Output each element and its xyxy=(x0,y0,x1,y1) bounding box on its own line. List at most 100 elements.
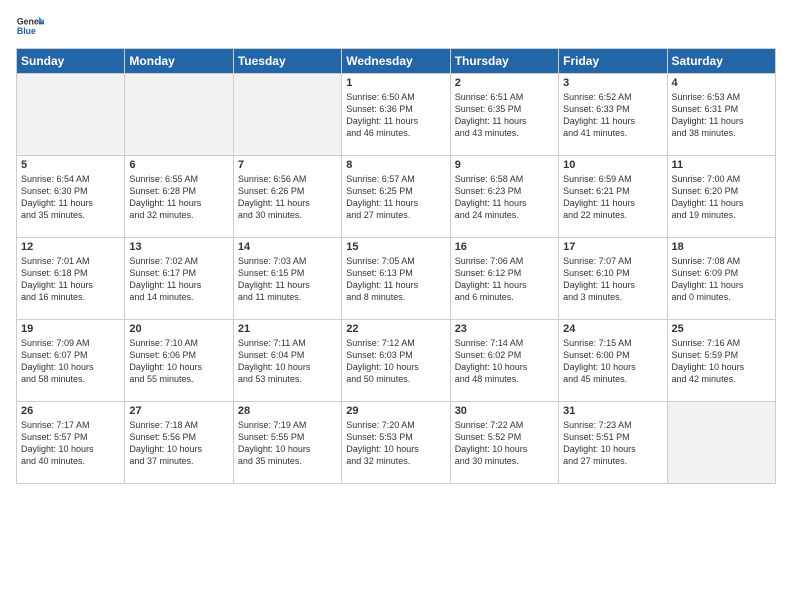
day-number: 17 xyxy=(563,241,662,253)
weekday-header-tuesday: Tuesday xyxy=(233,49,341,74)
day-number: 6 xyxy=(129,159,228,171)
calendar-cell: 22Sunrise: 7:12 AMSunset: 6:03 PMDayligh… xyxy=(342,320,450,402)
day-info: Sunrise: 7:14 AMSunset: 6:02 PMDaylight:… xyxy=(455,337,554,386)
week-row-1: 1 Sunrise: 6:50 AMSunset: 6:36 PMDaylight… xyxy=(17,74,776,156)
day-info: Sunrise: 7:12 AMSunset: 6:03 PMDaylight:… xyxy=(346,337,445,386)
weekday-header-wednesday: Wednesday xyxy=(342,49,450,74)
day-number: 2 xyxy=(455,77,554,89)
day-number: 1 xyxy=(346,77,445,89)
day-info: Sunrise: 6:51 AMSunset: 6:35 PMDaylight:… xyxy=(455,91,554,140)
calendar-cell: 15Sunrise: 7:05 AMSunset: 6:13 PMDayligh… xyxy=(342,238,450,320)
day-info: Sunrise: 6:58 AMSunset: 6:23 PMDaylight:… xyxy=(455,173,554,222)
day-number: 28 xyxy=(238,405,337,417)
calendar-container: General Blue SundayMondayTuesdayWednesda… xyxy=(0,0,792,612)
day-info: Sunrise: 7:00 AMSunset: 6:20 PMDaylight:… xyxy=(672,173,771,222)
day-number: 16 xyxy=(455,241,554,253)
calendar-cell: 14 Sunrise: 7:03 AMSunset: 6:15 PMDayligh… xyxy=(233,238,341,320)
calendar-cell: 10Sunrise: 6:59 AMSunset: 6:21 PMDayligh… xyxy=(559,156,667,238)
calendar-cell: 24 Sunrise: 7:15 AMSunset: 6:00 PMDayligh… xyxy=(559,320,667,402)
day-number: 12 xyxy=(21,241,120,253)
weekday-header-row: SundayMondayTuesdayWednesdayThursdayFrid… xyxy=(17,49,776,74)
calendar-cell: 1 Sunrise: 6:50 AMSunset: 6:36 PMDaylight… xyxy=(342,74,450,156)
day-number: 30 xyxy=(455,405,554,417)
calendar-cell xyxy=(17,74,125,156)
day-info: Sunrise: 6:50 AMSunset: 6:36 PMDaylight:… xyxy=(346,91,445,140)
day-info: Sunrise: 6:57 AMSunset: 6:25 PMDaylight:… xyxy=(346,173,445,222)
day-number: 5 xyxy=(21,159,120,171)
day-info: Sunrise: 6:54 AMSunset: 6:30 PMDaylight:… xyxy=(21,173,120,222)
calendar-cell: 16 Sunrise: 7:06 AMSunset: 6:12 PMDayligh… xyxy=(450,238,558,320)
calendar-cell: 11 Sunrise: 7:00 AMSunset: 6:20 PMDayligh… xyxy=(667,156,775,238)
day-info: Sunrise: 7:18 AMSunset: 5:56 PMDaylight:… xyxy=(129,419,228,468)
day-info: Sunrise: 7:17 AMSunset: 5:57 PMDaylight:… xyxy=(21,419,120,468)
calendar-cell: 27 Sunrise: 7:18 AMSunset: 5:56 PMDayligh… xyxy=(125,402,233,484)
calendar-cell: 21 Sunrise: 7:11 AMSunset: 6:04 PMDayligh… xyxy=(233,320,341,402)
day-info: Sunrise: 7:16 AMSunset: 5:59 PMDaylight:… xyxy=(672,337,771,386)
day-number: 29 xyxy=(346,405,445,417)
day-info: Sunrise: 7:01 AMSunset: 6:18 PMDaylight:… xyxy=(21,255,120,304)
day-number: 31 xyxy=(563,405,662,417)
day-info: Sunrise: 6:55 AMSunset: 6:28 PMDaylight:… xyxy=(129,173,228,222)
day-info: Sunrise: 7:02 AMSunset: 6:17 PMDaylight:… xyxy=(129,255,228,304)
day-number: 14 xyxy=(238,241,337,253)
calendar-cell: 3Sunrise: 6:52 AMSunset: 6:33 PMDaylight… xyxy=(559,74,667,156)
day-info: Sunrise: 7:11 AMSunset: 6:04 PMDaylight:… xyxy=(238,337,337,386)
weekday-header-friday: Friday xyxy=(559,49,667,74)
day-info: Sunrise: 7:03 AMSunset: 6:15 PMDaylight:… xyxy=(238,255,337,304)
day-number: 21 xyxy=(238,323,337,335)
day-number: 18 xyxy=(672,241,771,253)
day-number: 20 xyxy=(129,323,228,335)
day-number: 8 xyxy=(346,159,445,171)
header: General Blue xyxy=(16,12,776,40)
week-row-2: 5 Sunrise: 6:54 AMSunset: 6:30 PMDaylight… xyxy=(17,156,776,238)
day-info: Sunrise: 7:20 AMSunset: 5:53 PMDaylight:… xyxy=(346,419,445,468)
weekday-header-sunday: Sunday xyxy=(17,49,125,74)
day-number: 10 xyxy=(563,159,662,171)
day-info: Sunrise: 7:23 AMSunset: 5:51 PMDaylight:… xyxy=(563,419,662,468)
day-info: Sunrise: 7:06 AMSunset: 6:12 PMDaylight:… xyxy=(455,255,554,304)
calendar-cell: 2 Sunrise: 6:51 AMSunset: 6:35 PMDaylight… xyxy=(450,74,558,156)
day-info: Sunrise: 7:07 AMSunset: 6:10 PMDaylight:… xyxy=(563,255,662,304)
calendar-cell xyxy=(667,402,775,484)
calendar-cell: 30 Sunrise: 7:22 AMSunset: 5:52 PMDayligh… xyxy=(450,402,558,484)
day-number: 23 xyxy=(455,323,554,335)
calendar-cell: 26 Sunrise: 7:17 AMSunset: 5:57 PMDayligh… xyxy=(17,402,125,484)
day-number: 7 xyxy=(238,159,337,171)
calendar-cell: 20 Sunrise: 7:10 AMSunset: 6:06 PMDayligh… xyxy=(125,320,233,402)
week-row-4: 19 Sunrise: 7:09 AMSunset: 6:07 PMDayligh… xyxy=(17,320,776,402)
day-info: Sunrise: 7:15 AMSunset: 6:00 PMDaylight:… xyxy=(563,337,662,386)
weekday-header-monday: Monday xyxy=(125,49,233,74)
day-number: 19 xyxy=(21,323,120,335)
calendar-cell: 25Sunrise: 7:16 AMSunset: 5:59 PMDayligh… xyxy=(667,320,775,402)
calendar-cell: 4 Sunrise: 6:53 AMSunset: 6:31 PMDaylight… xyxy=(667,74,775,156)
day-number: 4 xyxy=(672,77,771,89)
calendar-cell xyxy=(233,74,341,156)
day-info: Sunrise: 6:52 AMSunset: 6:33 PMDaylight:… xyxy=(563,91,662,140)
calendar-cell: 5 Sunrise: 6:54 AMSunset: 6:30 PMDaylight… xyxy=(17,156,125,238)
day-info: Sunrise: 7:08 AMSunset: 6:09 PMDaylight:… xyxy=(672,255,771,304)
calendar-cell: 31 Sunrise: 7:23 AMSunset: 5:51 PMDayligh… xyxy=(559,402,667,484)
day-info: Sunrise: 7:10 AMSunset: 6:06 PMDaylight:… xyxy=(129,337,228,386)
day-number: 9 xyxy=(455,159,554,171)
calendar-cell: 7 Sunrise: 6:56 AMSunset: 6:26 PMDaylight… xyxy=(233,156,341,238)
calendar-cell: 8 Sunrise: 6:57 AMSunset: 6:25 PMDaylight… xyxy=(342,156,450,238)
day-info: Sunrise: 7:05 AMSunset: 6:13 PMDaylight:… xyxy=(346,255,445,304)
day-info: Sunrise: 6:56 AMSunset: 6:26 PMDaylight:… xyxy=(238,173,337,222)
week-row-5: 26 Sunrise: 7:17 AMSunset: 5:57 PMDayligh… xyxy=(17,402,776,484)
calendar-cell: 12 Sunrise: 7:01 AMSunset: 6:18 PMDayligh… xyxy=(17,238,125,320)
day-info: Sunrise: 7:22 AMSunset: 5:52 PMDaylight:… xyxy=(455,419,554,468)
calendar-cell xyxy=(125,74,233,156)
day-info: Sunrise: 6:53 AMSunset: 6:31 PMDaylight:… xyxy=(672,91,771,140)
logo-icon: General Blue xyxy=(16,12,44,40)
day-number: 26 xyxy=(21,405,120,417)
calendar-cell: 29 Sunrise: 7:20 AMSunset: 5:53 PMDayligh… xyxy=(342,402,450,484)
calendar-cell: 19 Sunrise: 7:09 AMSunset: 6:07 PMDayligh… xyxy=(17,320,125,402)
day-number: 11 xyxy=(672,159,771,171)
day-number: 27 xyxy=(129,405,228,417)
calendar-cell: 18 Sunrise: 7:08 AMSunset: 6:09 PMDayligh… xyxy=(667,238,775,320)
day-number: 24 xyxy=(563,323,662,335)
logo: General Blue xyxy=(16,12,44,40)
weekday-header-saturday: Saturday xyxy=(667,49,775,74)
week-row-3: 12 Sunrise: 7:01 AMSunset: 6:18 PMDayligh… xyxy=(17,238,776,320)
day-info: Sunrise: 7:09 AMSunset: 6:07 PMDaylight:… xyxy=(21,337,120,386)
